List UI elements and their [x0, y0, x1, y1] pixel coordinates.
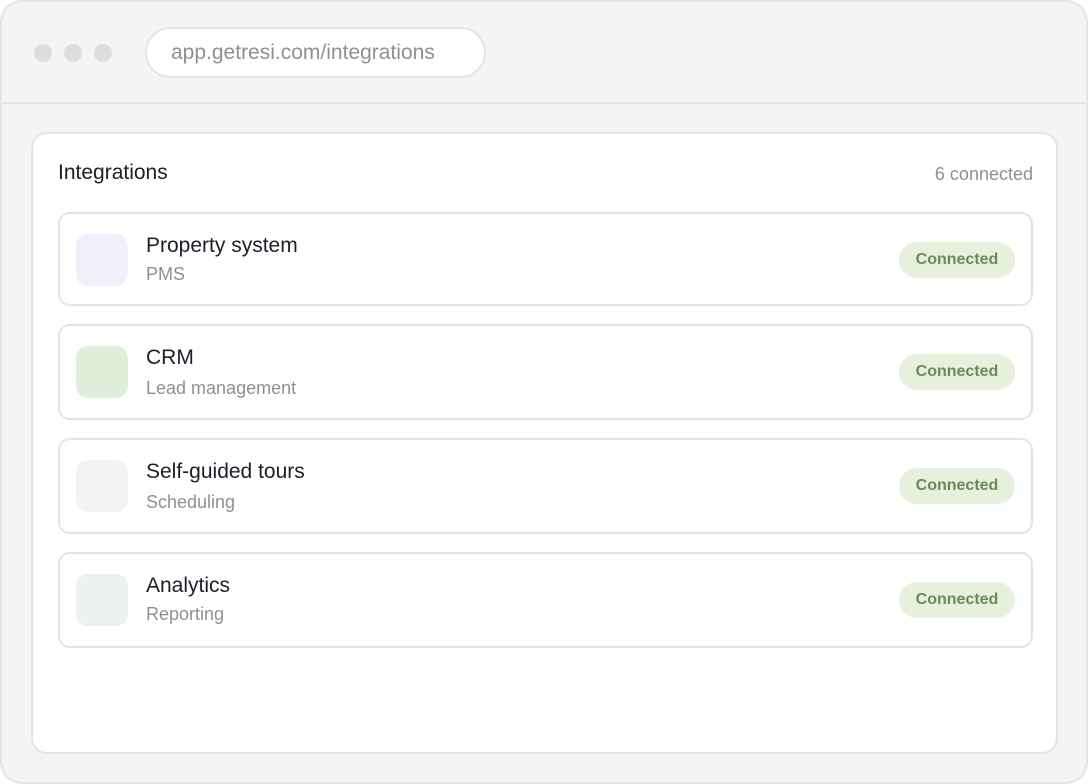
integration-row-analytics[interactable]: Analytics Reporting Connected: [58, 552, 1033, 648]
status-badge: Connected: [899, 468, 1015, 504]
integration-subtitle: Lead management: [146, 378, 297, 398]
window-control-close[interactable]: [34, 44, 52, 62]
integrations-card: Integrations 6 connected Property system…: [31, 132, 1058, 754]
analytics-logo-icon: [76, 574, 128, 626]
integration-row-property-system[interactable]: Property system PMS Connected: [58, 212, 1033, 306]
integration-name: CRM: [146, 346, 194, 369]
integration-name: Property system: [146, 234, 298, 257]
connected-count: 6 connected: [934, 164, 1033, 184]
integration-row-crm[interactable]: CRM Lead management Connected: [58, 324, 1033, 420]
page-title: Integrations: [58, 161, 168, 184]
integration-subtitle: Reporting: [146, 604, 225, 624]
integration-name: Analytics: [146, 574, 231, 597]
address-bar[interactable]: app.getresi.com/integrations: [145, 27, 486, 78]
browser-titlebar: app.getresi.com/integrations: [2, 2, 1086, 104]
status-badge: Connected: [899, 242, 1015, 278]
status-badge: Connected: [899, 354, 1015, 390]
integration-subtitle: PMS: [146, 264, 186, 284]
self-guided-tours-logo-icon: [76, 460, 128, 512]
property-system-logo-icon: [76, 234, 128, 286]
integration-subtitle: Scheduling: [146, 492, 236, 512]
window-control-minimize[interactable]: [64, 44, 82, 62]
status-badge: Connected: [899, 582, 1015, 618]
integration-name: Self-guided tours: [146, 460, 305, 483]
integration-row-self-guided-tours[interactable]: Self-guided tours Scheduling Connected: [58, 438, 1033, 534]
crm-logo-icon: [76, 346, 128, 398]
window-control-maximize[interactable]: [94, 44, 112, 62]
browser-window: app.getresi.com/integrations Integration…: [0, 0, 1088, 784]
